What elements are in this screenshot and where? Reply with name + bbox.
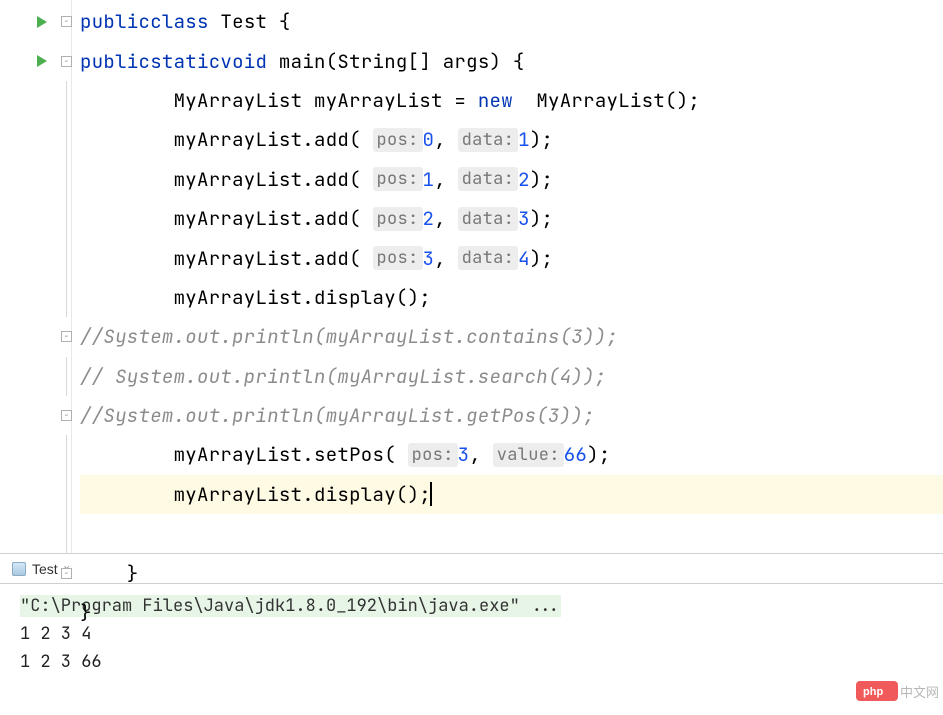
code-line[interactable]: //System.out.println(myArrayList.contain… xyxy=(80,317,943,356)
code-line[interactable] xyxy=(80,514,943,553)
output-line: 1 2 3 66 xyxy=(20,648,923,676)
code-line[interactable]: // System.out.println(myArrayList.search… xyxy=(80,357,943,396)
fold-toggle[interactable]: − xyxy=(61,16,72,27)
code-line[interactable]: myArrayList.add( pos: 0, data: 1); xyxy=(80,120,943,159)
code-line[interactable]: myArrayList.display(); xyxy=(80,278,943,317)
run-class-icon[interactable] xyxy=(37,16,47,28)
fold-toggle[interactable]: − xyxy=(61,56,72,67)
code-line[interactable]: myArrayList.display(); xyxy=(80,475,943,514)
watermark: php 中文网 xyxy=(856,681,939,701)
code-editor[interactable]: − − − − − public class Test { public sta… xyxy=(0,0,943,554)
code-line[interactable]: } xyxy=(80,593,943,632)
code-line[interactable]: public class Test { xyxy=(80,2,943,41)
editor-gutter: − − − − − xyxy=(0,0,72,553)
code-line[interactable]: myArrayList.add( pos: 1, data: 2); xyxy=(80,160,943,199)
run-method-icon[interactable] xyxy=(37,55,47,67)
code-line[interactable]: MyArrayList myArrayList = new MyArrayLis… xyxy=(80,81,943,120)
code-content[interactable]: public class Test { public static void m… xyxy=(72,0,943,553)
code-line[interactable]: } xyxy=(80,553,943,592)
code-line[interactable]: public static void main(String[] args) { xyxy=(80,41,943,80)
svg-text:php: php xyxy=(863,686,883,698)
fold-toggle[interactable]: − xyxy=(61,331,72,342)
fold-toggle[interactable]: − xyxy=(61,410,72,421)
code-line[interactable]: myArrayList.add( pos: 2, data: 3); xyxy=(80,199,943,238)
code-line[interactable]: myArrayList.add( pos: 3, data: 4); xyxy=(80,238,943,277)
cursor xyxy=(430,482,432,506)
code-line[interactable]: //System.out.println(myArrayList.getPos(… xyxy=(80,396,943,435)
code-line[interactable]: myArrayList.setPos( pos: 3, value: 66); xyxy=(80,435,943,474)
fold-toggle[interactable]: − xyxy=(61,568,72,579)
